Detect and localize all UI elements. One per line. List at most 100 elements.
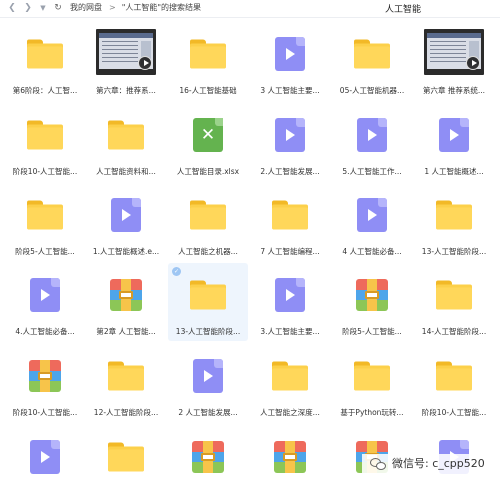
file-item[interactable]: 3 人工智能主要... <box>250 22 330 100</box>
file-item[interactable]: 1.人工智能概述.e... <box>86 183 166 261</box>
file-item[interactable]: 第2章 人工智能... <box>86 263 166 341</box>
file-label: 1.人工智能概述.e... <box>92 247 160 256</box>
file-item[interactable]: 16-人工智能基础 <box>168 22 248 100</box>
folder-icon <box>190 200 226 230</box>
folder-icon <box>272 200 308 230</box>
chevron-down-icon[interactable]: ▼ <box>37 2 49 14</box>
file-label: 4 人工智能必备... <box>342 247 402 256</box>
selection-check-icon[interactable]: ✓ <box>172 267 181 276</box>
file-label: 12-人工智能阶段... <box>93 408 159 417</box>
file-item[interactable]: 2.人工智能发展... <box>250 103 330 181</box>
file-item[interactable]: 阶段10-人工智能... <box>5 103 85 181</box>
file-item[interactable]: 13-人工智能阶段... <box>414 183 494 261</box>
file-label: 阶段5-人工智能... <box>15 247 75 256</box>
folder-icon <box>190 39 226 69</box>
breadcrumb-current: "人工智能"的搜索结果 <box>121 3 202 12</box>
file-item[interactable]: 人工智能之深度... <box>250 344 330 422</box>
file-label: 第六章：推荐系... <box>96 86 156 95</box>
video-file-icon <box>275 278 305 312</box>
file-label: 人工智能之深度... <box>260 408 320 417</box>
folder-icon <box>436 361 472 391</box>
video-file-icon <box>275 118 305 152</box>
file-item[interactable]: 阶段5-人工智能... <box>5 183 85 261</box>
archive-file-icon <box>356 279 388 311</box>
file-item[interactable]: 阶段10-人工智能... <box>414 344 494 422</box>
file-label: 2.人工智能发展... <box>260 167 320 176</box>
file-item[interactable]: 基于Python玩转... <box>332 344 412 422</box>
file-label: 13-人工智能阶段... <box>421 247 487 256</box>
file-item[interactable]: 人工智能之机器... <box>168 183 248 261</box>
video-thumbnail <box>424 29 484 75</box>
top-toolbar: ❮ ❯ ▼ ↻ 我的网盘 > "人工智能"的搜索结果 <box>0 0 500 18</box>
breadcrumb-root[interactable]: 我的网盘 <box>70 3 102 12</box>
search-input[interactable] <box>381 1 497 15</box>
video-file-icon <box>275 37 305 71</box>
folder-icon <box>436 280 472 310</box>
video-file-icon <box>357 118 387 152</box>
file-item[interactable]: ✓ 13-人工智能阶段... <box>168 263 248 341</box>
excel-file-icon: ✕ <box>193 118 223 152</box>
watermark-text: 微信号: c_cpp520 <box>392 457 485 470</box>
file-item[interactable]: 7 人工智能编程... <box>250 183 330 261</box>
archive-file-icon <box>274 441 306 473</box>
file-item[interactable]: 4 人工智能必备... <box>332 183 412 261</box>
file-label: 第2章 人工智能... <box>96 327 156 336</box>
folder-icon <box>108 442 144 472</box>
file-label: 13-人工智能阶段... <box>175 327 241 336</box>
folder-icon <box>27 200 63 230</box>
file-item[interactable]: 5.人工智能工作... <box>332 103 412 181</box>
folder-icon <box>354 361 390 391</box>
video-file-icon <box>193 359 223 393</box>
file-label: 人工智能目录.xlsx <box>176 167 240 176</box>
file-item[interactable]: 阶段5-人工智能... <box>332 263 412 341</box>
folder-icon <box>27 39 63 69</box>
file-item[interactable]: 2 人工智能发展... <box>168 344 248 422</box>
archive-file-icon <box>110 279 142 311</box>
file-label: 3.人工智能主要... <box>260 327 320 336</box>
folder-icon <box>354 39 390 69</box>
file-item[interactable]: 14-人工智能阶段... <box>414 263 494 341</box>
file-label: 阶段10-人工智能... <box>12 408 78 417</box>
file-label: 阶段10-人工智能... <box>12 167 78 176</box>
folder-icon <box>108 120 144 150</box>
folder-icon <box>436 200 472 230</box>
file-item[interactable]: 阶段6-人工智能... <box>250 425 330 488</box>
file-label: 人工智能之机器... <box>178 247 238 256</box>
file-item[interactable]: 05-人工智能机器... <box>332 22 412 100</box>
file-item[interactable]: 4.人工智能必备... <box>5 263 85 341</box>
breadcrumb-separator: > <box>109 3 116 12</box>
breadcrumb: 我的网盘 > "人工智能"的搜索结果 <box>70 2 201 14</box>
file-item[interactable]: 1 人工智能概述... <box>414 103 494 181</box>
play-icon <box>138 56 152 70</box>
file-item[interactable]: 第六章：推荐系... <box>86 22 166 100</box>
file-item[interactable]: 第7节 模型导出... <box>5 425 85 488</box>
file-label: 第6阶段：人工智... <box>12 86 78 95</box>
file-item[interactable]: 人工智能资料和... <box>86 103 166 181</box>
folder-icon <box>108 361 144 391</box>
forward-arrow-icon[interactable]: ❯ <box>22 2 34 14</box>
file-item[interactable]: 3.人工智能主要... <box>250 263 330 341</box>
file-label: 5.人工智能工作... <box>342 167 402 176</box>
file-item[interactable]: 人工智能之机器... <box>86 425 166 488</box>
file-item[interactable]: 阶段10-人工智能... <box>5 344 85 422</box>
refresh-icon[interactable]: ↻ <box>52 2 64 14</box>
archive-file-icon <box>192 441 224 473</box>
folder-icon <box>190 280 226 310</box>
file-label: 14-人工智能阶段... <box>421 327 487 336</box>
file-label: 基于Python玩转... <box>340 408 404 417</box>
archive-file-icon <box>29 360 61 392</box>
file-label: 3 人工智能主要... <box>260 86 320 95</box>
file-item[interactable]: 阶段6-人工智能... <box>168 425 248 488</box>
file-item[interactable]: ✕ 人工智能目录.xlsx <box>168 103 248 181</box>
file-item[interactable]: 12-人工智能阶段... <box>86 344 166 422</box>
back-arrow-icon[interactable]: ❮ <box>6 2 18 14</box>
play-icon <box>466 56 480 70</box>
file-item[interactable]: 第六章 推荐系统... <box>414 22 494 100</box>
file-label: 7 人工智能编程... <box>260 247 320 256</box>
video-file-icon <box>111 198 141 232</box>
file-label: 05-人工智能机器... <box>339 86 405 95</box>
wechat-icon <box>370 456 388 472</box>
file-label: 阶段10-人工智能... <box>421 408 487 417</box>
file-label: 1 人工智能概述... <box>424 167 484 176</box>
file-item[interactable]: 第6阶段：人工智... <box>5 22 85 100</box>
